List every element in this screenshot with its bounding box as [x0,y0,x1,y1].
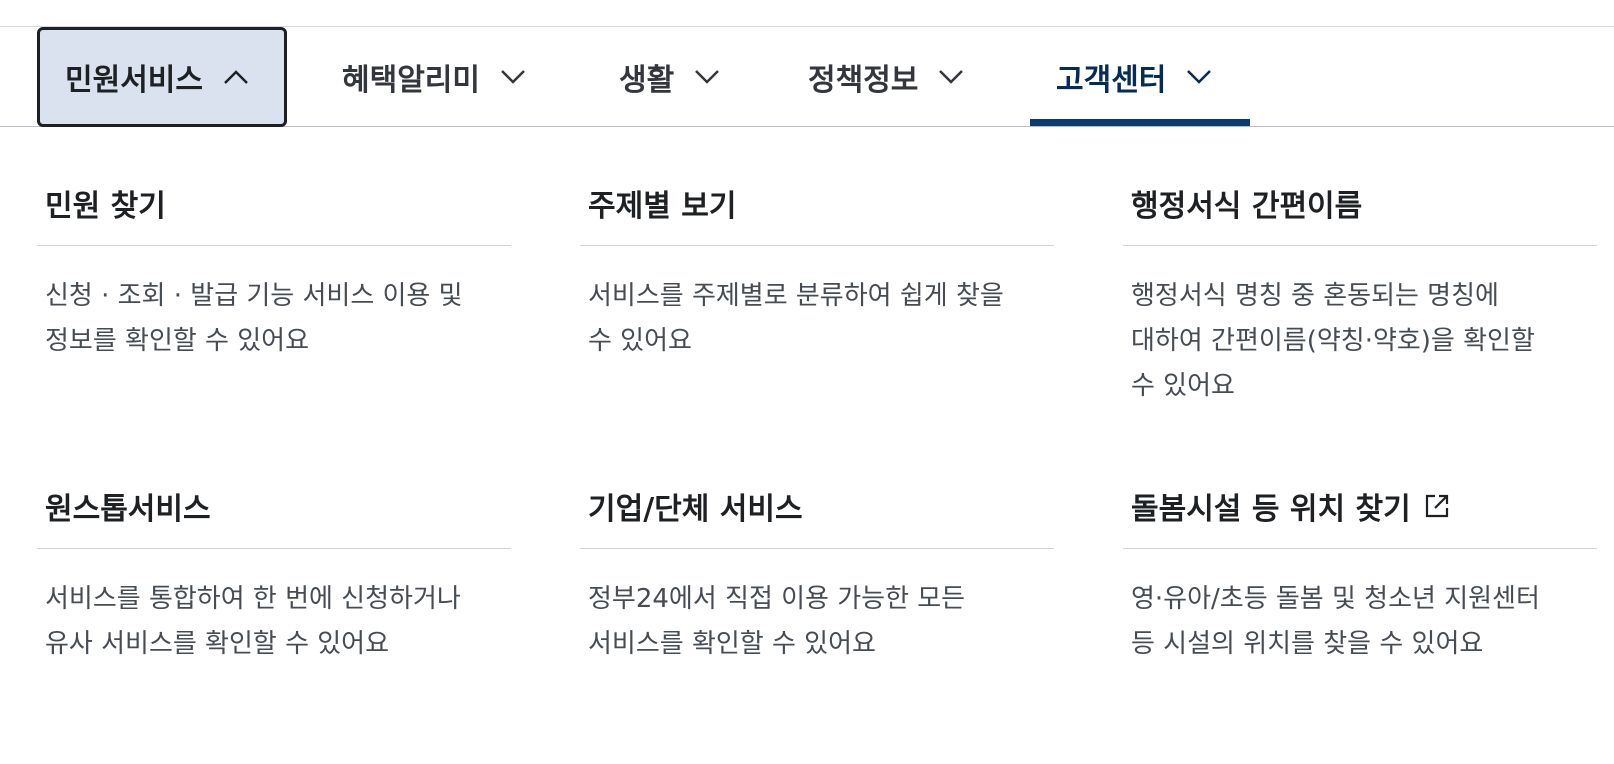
nav-item-label: 정책정보 [808,63,919,98]
main-nav: 민원서비스 혜택알리미 생활 정책정보 고객센터 [0,27,1614,127]
card-description: 서비스를 통합하여 한 번에 신청하거나 유사 서비스를 확인할 수 있어요 [37,549,511,667]
card-title[interactable]: 행정서식 간편이름 [1123,160,1597,246]
card-description: 신청 · 조회 · 발급 기능 서비스 이용 및 정보를 확인할 수 있어요 [37,246,511,364]
nav-item-benefit-alarm[interactable]: 혜택알리미 [342,27,526,127]
card-title-row[interactable]: 돌봄시설 등 위치 찾기 [1123,463,1597,549]
desc-line: 등 시설의 위치를 찾을 수 있어요 [1131,629,1484,659]
menu-card-by-topic[interactable]: 주제별 보기 서비스를 주제별로 분류하여 쉽게 찾을 수 있어요 [580,160,1054,364]
external-link-icon [1423,492,1451,520]
card-description: 정부24에서 직접 이용 가능한 모든 서비스를 확인할 수 있어요 [580,549,1054,667]
chevron-up-icon [223,69,249,85]
chevron-down-icon [938,69,964,85]
desc-line: 정보를 확인할 수 있어요 [45,326,309,356]
card-description: 행정서식 명칭 중 혼동되는 명칭에 대하여 간편이름(약칭·약호)을 확인할 … [1123,246,1597,409]
menu-card-care-location[interactable]: 돌봄시설 등 위치 찾기 영·유아/초등 돌봄 및 청소년 지원센터 등 시설의… [1123,463,1597,667]
card-title: 돌봄시설 등 위치 찾기 [1131,491,1411,527]
nav-item-label: 혜택알리미 [342,63,480,98]
nav-item-label: 생활 [619,63,675,98]
nav-item-policy-info[interactable]: 정책정보 [808,27,964,127]
chevron-down-icon [694,69,720,85]
nav-item-life[interactable]: 생활 [619,27,720,127]
chevron-down-icon [1186,69,1212,85]
desc-line: 수 있어요 [1131,371,1235,401]
nav-item-label: 민원서비스 [65,63,203,98]
desc-line: 신청 · 조회 · 발급 기능 서비스 이용 및 [45,281,463,311]
nav-item-civil-service[interactable]: 민원서비스 [37,27,287,127]
desc-line: 서비스를 확인할 수 있어요 [588,629,876,659]
current-tab-indicator [1030,119,1250,126]
desc-line: 영·유아/초등 돌봄 및 청소년 지원센터 [1131,584,1540,614]
menu-card-form-shortname[interactable]: 행정서식 간편이름 행정서식 명칭 중 혼동되는 명칭에 대하여 간편이름(약칭… [1123,160,1597,409]
card-description: 영·유아/초등 돌봄 및 청소년 지원센터 등 시설의 위치를 찾을 수 있어요 [1123,549,1597,667]
card-description: 서비스를 주제별로 분류하여 쉽게 찾을 수 있어요 [580,246,1054,364]
desc-line: 유사 서비스를 확인할 수 있어요 [45,629,390,659]
card-title[interactable]: 기업/단체 서비스 [580,463,1054,549]
page: 민원서비스 혜택알리미 생활 정책정보 고객센터 민원 찾기 신청 · 조회 ·… [0,0,1614,764]
desc-line: 행정서식 명칭 중 혼동되는 명칭에 [1131,281,1499,311]
card-title[interactable]: 민원 찾기 [37,160,511,246]
card-title[interactable]: 원스톱서비스 [37,463,511,549]
menu-card-business[interactable]: 기업/단체 서비스 정부24에서 직접 이용 가능한 모든 서비스를 확인할 수… [580,463,1054,667]
desc-line: 대하여 간편이름(약칭·약호)을 확인할 [1131,326,1535,356]
desc-line: 서비스를 통합하여 한 번에 신청하거나 [45,584,461,614]
menu-card-find-civil[interactable]: 민원 찾기 신청 · 조회 · 발급 기능 서비스 이용 및 정보를 확인할 수… [37,160,511,364]
desc-line: 서비스를 주제별로 분류하여 쉽게 찾을 [588,281,1004,311]
desc-line: 수 있어요 [588,326,692,356]
nav-item-customer-center[interactable]: 고객센터 [1056,27,1212,127]
nav-item-label: 고객센터 [1056,63,1167,98]
desc-line: 정부24에서 직접 이용 가능한 모든 [588,584,966,614]
chevron-down-icon [500,69,526,85]
card-title[interactable]: 주제별 보기 [580,160,1054,246]
menu-card-onestop[interactable]: 원스톱서비스 서비스를 통합하여 한 번에 신청하거나 유사 서비스를 확인할 … [37,463,511,667]
